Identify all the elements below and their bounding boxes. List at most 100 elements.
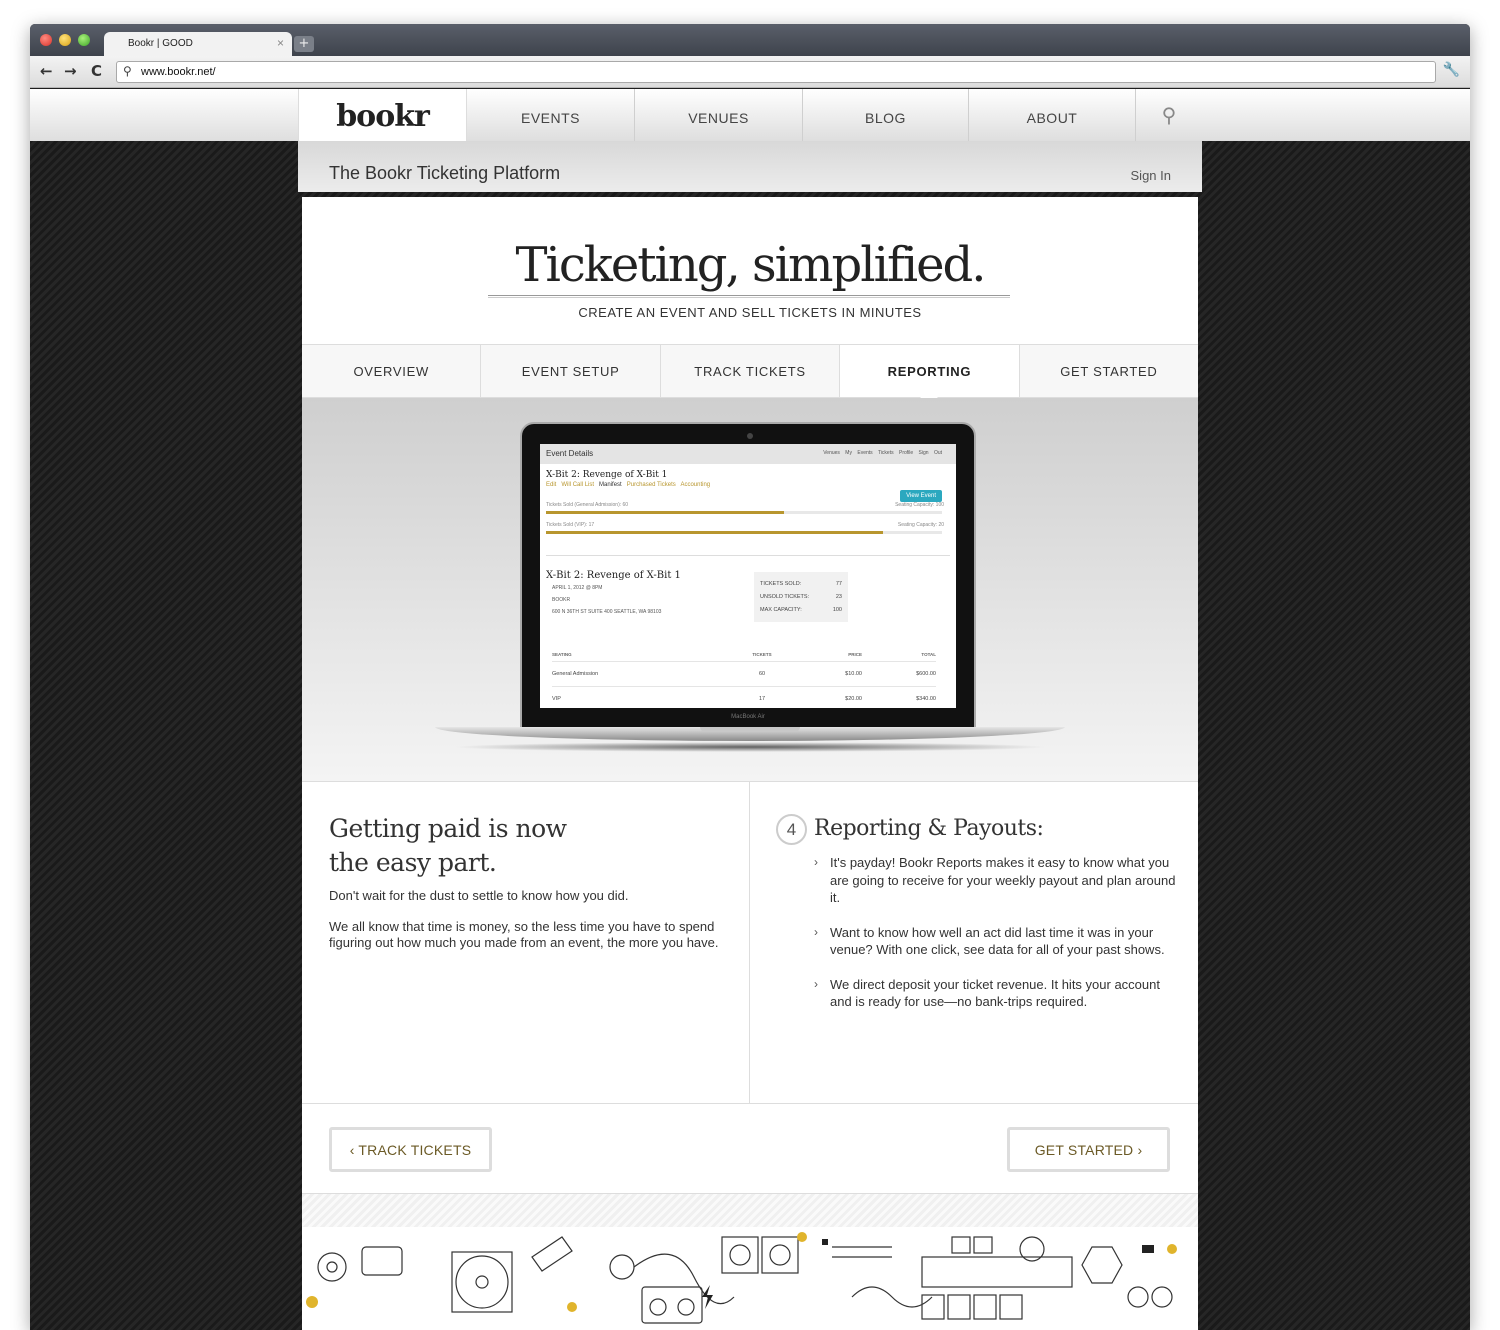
- screen-link: Will Call List: [561, 482, 595, 488]
- bar-capacity: Seating Capacity: 100: [895, 502, 944, 508]
- nav-item-about[interactable]: ABOUT: [969, 89, 1136, 141]
- doodle-pattern: [306, 1232, 1177, 1324]
- table-head-cell: TICKETS: [752, 652, 772, 657]
- table-cell: $10.00: [845, 671, 862, 677]
- left-paragraph: Don't wait for the dust to settle to kno…: [329, 888, 629, 903]
- table-cell: 60: [758, 671, 766, 677]
- browser-toolbar: ← → C ⚲ www.bookr.net/ 🔧: [30, 56, 1470, 88]
- screen-event-info: APRIL 1, 2012 @ 8PM BOOKR 600 N 36TH ST …: [552, 584, 681, 617]
- bullet-text: It's payday! Bookr Reports makes it easy…: [830, 855, 1176, 905]
- left-heading-line: Getting paid is now: [329, 814, 567, 843]
- close-window-button[interactable]: [40, 34, 52, 46]
- main-content: Ticketing, simplified. CREATE AN EVENT A…: [302, 197, 1199, 1330]
- site-header: bookr EVENTS VENUES BLOG ABOUT ⚲: [30, 89, 1470, 155]
- hero-subtitle: CREATE AN EVENT AND SELL TICKETS IN MINU…: [578, 305, 922, 320]
- nav-item-venues[interactable]: VENUES: [635, 89, 803, 141]
- table-cell: General Admission: [552, 671, 599, 677]
- address-bar[interactable]: ⚲ www.bookr.net/: [116, 61, 1436, 83]
- screen-title: Event Details: [546, 449, 594, 458]
- stat-row: MAX CAPACITY: 100: [760, 604, 842, 617]
- nav-item-blog[interactable]: BLOG: [803, 89, 969, 141]
- search-icon: ⚲: [123, 64, 132, 78]
- bar-capacity: Seating Capacity: 20: [897, 522, 944, 528]
- feature-bullets: › It's payday! Bookr Reports makes it eas…: [812, 854, 1182, 1028]
- event-address: 600 N 36TH ST SUITE 400 SEATTLE, WA 9810…: [552, 609, 662, 615]
- screen-event-detail: X-Bit 2: Revenge of X-Bit 1 APRIL 1, 201…: [546, 570, 681, 617]
- tab-reporting[interactable]: REPORTING: [840, 345, 1020, 405]
- right-heading: Reporting & Payouts:: [814, 816, 1044, 841]
- chevron-right-icon: ›: [814, 855, 818, 869]
- laptop-notch: [700, 727, 800, 732]
- doodle-illustration: [302, 1227, 1198, 1330]
- reload-icon[interactable]: C: [91, 62, 102, 80]
- tab-track-tickets[interactable]: TRACK TICKETS: [660, 345, 841, 397]
- nav-item-events[interactable]: EVENTS: [467, 89, 635, 141]
- laptop-screen: Event Details Venues My Events Tickets P…: [540, 444, 956, 708]
- tab-title: Bookr | GOOD: [128, 38, 193, 49]
- screen-links: Edit Will Call List Manifest Purchased T…: [546, 482, 950, 488]
- bar-label-text: Tickets Sold (VIP): 17: [546, 522, 595, 528]
- zoom-window-button[interactable]: [78, 34, 90, 46]
- laptop-label: MacBook Air: [731, 714, 765, 720]
- browser-window: Bookr | GOOD × + ← → C ⚲ www.bookr.net/ …: [30, 24, 1470, 1330]
- list-item: › We direct deposit your ticket revenue. …: [812, 976, 1182, 1011]
- camera-dot: [747, 433, 753, 439]
- prev-track-tickets-button[interactable]: ‹ TRACK TICKETS: [329, 1127, 492, 1172]
- bookr-logo[interactable]: bookr: [298, 89, 467, 155]
- sign-in-link[interactable]: Sign In: [1131, 168, 1171, 183]
- tab-event-setup[interactable]: EVENT SETUP: [481, 345, 661, 397]
- forward-icon[interactable]: →: [64, 62, 77, 80]
- table-head-cell: SEATING: [552, 652, 572, 657]
- table-head-cell: TOTAL: [921, 652, 936, 657]
- wrench-icon[interactable]: 🔧: [1443, 62, 1460, 78]
- screen-nav: Venues My Events Tickets Profile Sign Ou…: [823, 450, 942, 456]
- left-column: Getting paid is now the easy part. Don't…: [302, 782, 750, 1104]
- feature-tabs: OVERVIEW EVENT SETUP TRACK TICKETS REPOR…: [302, 344, 1199, 405]
- table-cell: 17: [758, 696, 766, 702]
- back-icon[interactable]: ←: [40, 62, 53, 80]
- progress-bar-ga: [546, 511, 942, 514]
- table-head-cell: PRICE: [848, 652, 862, 657]
- bullet-text: We direct deposit your ticket revenue. I…: [830, 976, 1160, 1010]
- laptop-image: Event Details Venues My Events Tickets P…: [520, 422, 976, 730]
- tab-get-started[interactable]: GET STARTED: [1019, 345, 1199, 397]
- hero-divider: [488, 295, 1010, 298]
- tab-close-icon[interactable]: ×: [277, 36, 284, 50]
- stat-label: TICKETS SOLD:: [760, 581, 802, 587]
- table-cell: $340.00: [916, 696, 936, 702]
- chevron-right-icon: ›: [814, 924, 818, 939]
- left-heading-line: the easy part.: [329, 848, 497, 877]
- bar-label: Tickets Sold (VIP): 17 Seating Capacity:…: [546, 522, 950, 530]
- right-column: 4 Reporting & Payouts: › It's payday! Boo…: [750, 782, 1198, 1104]
- stat-row: UNSOLD TICKETS: 23: [760, 591, 842, 604]
- bar-label-text: Tickets Sold (General Admission): 60: [546, 502, 629, 508]
- left-heading: Getting paid is now the easy part.: [329, 812, 567, 880]
- screen-header: Event Details Venues My Events Tickets P…: [540, 444, 956, 464]
- browser-tab[interactable]: Bookr | GOOD ×: [104, 32, 292, 56]
- web-page: bookr EVENTS VENUES BLOG ABOUT ⚲ The Boo…: [30, 89, 1470, 1330]
- stat-value: 23: [835, 594, 842, 600]
- stat-label: UNSOLD TICKETS:: [760, 594, 810, 600]
- laptop-shadow: [452, 742, 1048, 752]
- laptop-showcase: Event Details Venues My Events Tickets P…: [302, 398, 1198, 782]
- decorative-stripe: [302, 1193, 1198, 1227]
- tab-strip: Bookr | GOOD × +: [30, 24, 1470, 56]
- stat-label: MAX CAPACITY:: [760, 607, 802, 613]
- table-header: SEATING TICKETS PRICE TOTAL: [552, 648, 936, 662]
- new-tab-button[interactable]: +: [294, 36, 314, 52]
- tab-overview[interactable]: OVERVIEW: [302, 345, 482, 397]
- subheader: The Bookr Ticketing Platform Sign In: [298, 141, 1202, 192]
- left-paragraph: We all know that time is money, so the l…: [329, 919, 719, 950]
- list-item: › It's payday! Bookr Reports makes it eas…: [812, 854, 1182, 907]
- site-search-icon[interactable]: ⚲: [1136, 89, 1202, 141]
- bar-label: Tickets Sold (General Admission): 60 Sea…: [546, 502, 950, 510]
- table-cell: VIP: [552, 696, 561, 702]
- progress-fill: [546, 531, 883, 534]
- progress-bar-vip: [546, 531, 942, 534]
- next-get-started-button[interactable]: GET STARTED ›: [1007, 1127, 1170, 1172]
- list-item: › Want to know how well an act did last t…: [812, 924, 1182, 959]
- table-cell: $20.00: [845, 696, 862, 702]
- screen-link: Accounting: [680, 482, 711, 488]
- screen-link: Purchased Tickets: [626, 482, 676, 488]
- minimize-window-button[interactable]: [59, 34, 71, 46]
